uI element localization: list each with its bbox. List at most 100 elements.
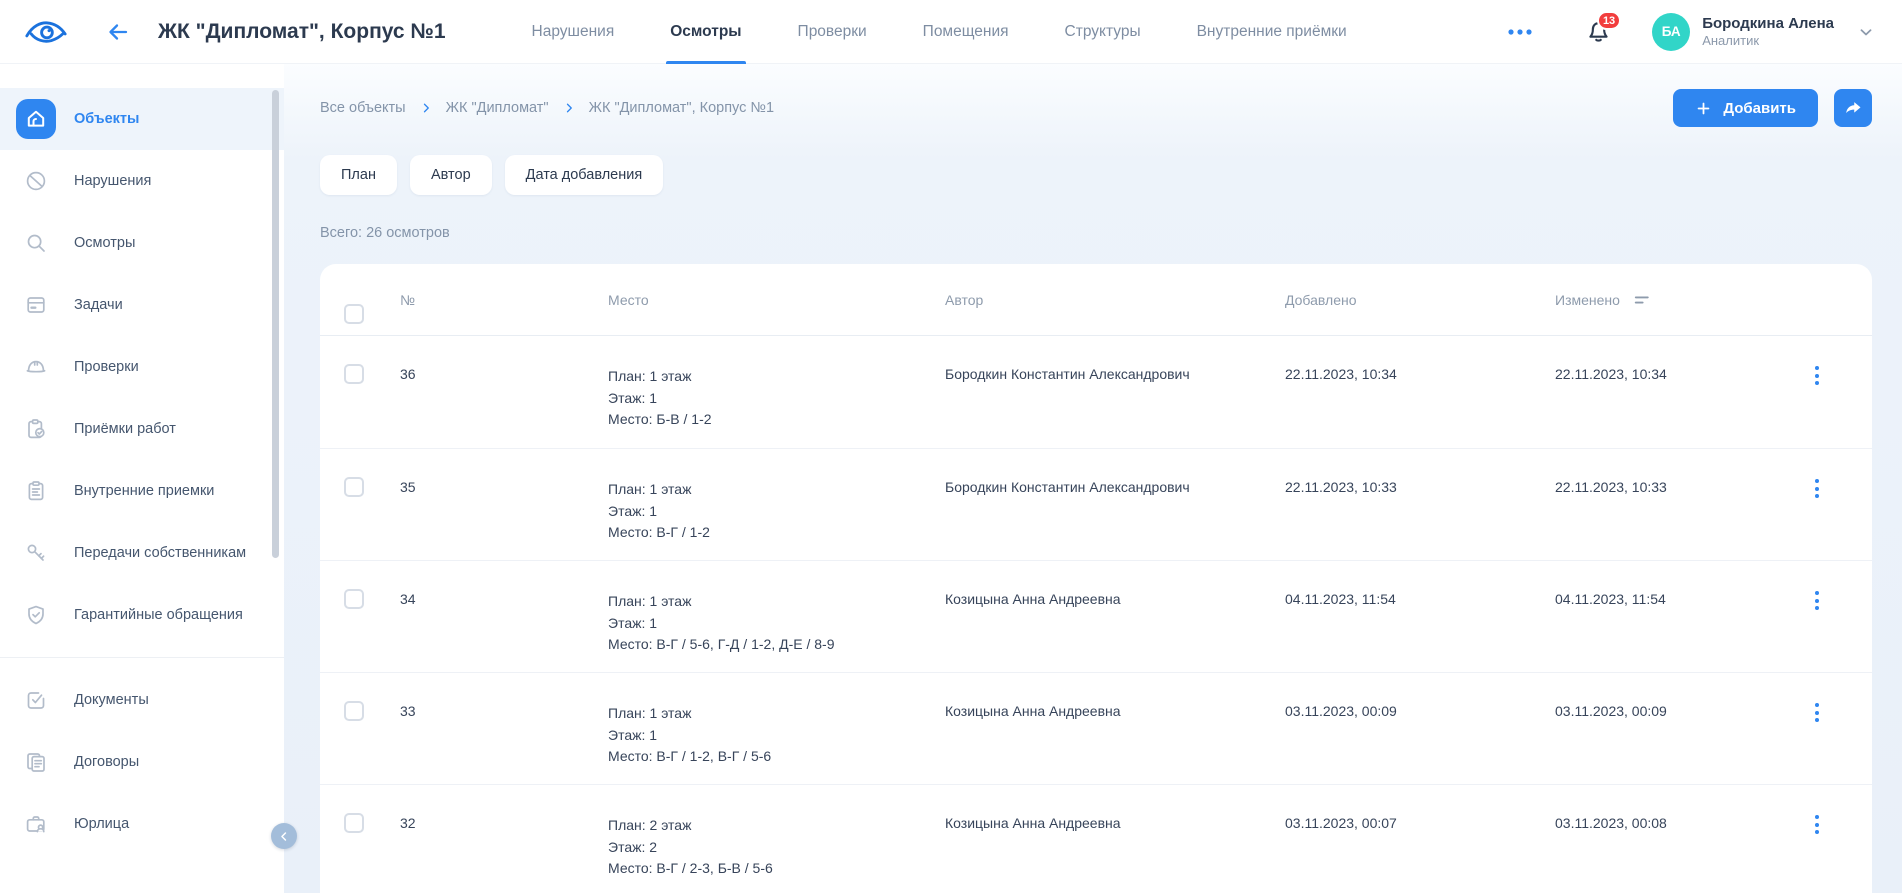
row-checkbox-cell bbox=[344, 561, 400, 609]
row-author: Козицына Анна Андреевна bbox=[945, 785, 1285, 831]
more-tabs-button[interactable] bbox=[1501, 22, 1539, 42]
row-place: План: 2 этажЭтаж: 2Место: В-Г / 2-3, Б-В… bbox=[608, 785, 945, 880]
row-checkbox-cell bbox=[344, 785, 400, 833]
row-menu-button[interactable] bbox=[1807, 699, 1827, 726]
row-place: План: 1 этажЭтаж: 1Место: В-Г / 1-2, В-Г… bbox=[608, 673, 945, 768]
sidebar-item-10[interactable]: Документы bbox=[0, 669, 284, 731]
table-row-34[interactable]: 34 План: 1 этажЭтаж: 1Место: В-Г / 5-6, … bbox=[320, 560, 1872, 672]
row-number: 35 bbox=[400, 449, 608, 495]
sidebar-item-3[interactable]: Осмотры bbox=[0, 212, 284, 274]
row-author: Бородкин Константин Александрович bbox=[945, 449, 1285, 495]
breadcrumb-row: Все объекты ЖК "Дипломат" ЖК "Дипломат", К… bbox=[320, 88, 1872, 128]
row-number: 32 bbox=[400, 785, 608, 831]
share-button[interactable] bbox=[1834, 89, 1872, 127]
tab-1[interactable]: Нарушения bbox=[504, 0, 643, 64]
sidebar-item-1[interactable]: Объекты bbox=[0, 88, 284, 150]
row-checkbox[interactable] bbox=[344, 364, 364, 384]
place-line: Место: Б-В / 1-2 bbox=[608, 409, 945, 431]
sidebar-item-8[interactable]: Передачи собственникам bbox=[0, 522, 284, 584]
shield-check-icon bbox=[16, 595, 56, 635]
chevron-right-icon bbox=[563, 102, 575, 114]
back-button[interactable] bbox=[102, 16, 134, 48]
row-modified: 03.11.2023, 00:08 bbox=[1555, 785, 1786, 831]
row-checkbox[interactable] bbox=[344, 701, 364, 721]
sidebar-divider bbox=[0, 657, 284, 658]
tab-3[interactable]: Проверки bbox=[770, 0, 895, 64]
notifications-button[interactable]: 13 bbox=[1585, 18, 1612, 45]
sidebar-item-9[interactable]: Гарантийные обращения bbox=[0, 584, 284, 646]
table-row-35[interactable]: 35 План: 1 этажЭтаж: 1Место: В-Г / 1-2 Б… bbox=[320, 448, 1872, 560]
user-menu[interactable]: БА Бородкина Алена Аналитик bbox=[1652, 13, 1876, 51]
filter-button-1[interactable]: План bbox=[320, 155, 397, 195]
place-line: Этаж: 2 bbox=[608, 837, 945, 859]
sidebar-item-label: Проверки bbox=[74, 359, 139, 375]
user-name: Бородкина Алена bbox=[1702, 15, 1834, 33]
sidebar-item-label: Передачи собственникам bbox=[74, 545, 246, 561]
row-checkbox[interactable] bbox=[344, 477, 364, 497]
row-author: Козицына Анна Андреевна bbox=[945, 673, 1285, 719]
add-button-label: Добавить bbox=[1723, 100, 1796, 117]
table-row-33[interactable]: 33 План: 1 этажЭтаж: 1Место: В-Г / 1-2, … bbox=[320, 672, 1872, 784]
sidebar-item-label: Юрлица bbox=[74, 816, 129, 832]
sidebar-item-label: Объекты bbox=[74, 111, 139, 127]
page-title: ЖК "Дипломат", Корпус №1 bbox=[158, 20, 446, 44]
sidebar-item-12[interactable]: Юрлица bbox=[0, 793, 284, 855]
row-place: План: 1 этажЭтаж: 1Место: В-Г / 1-2 bbox=[608, 449, 945, 544]
row-menu-cell bbox=[1786, 673, 1848, 726]
place-line: Место: В-Г / 5-6, Г-Д / 1-2, Д-Е / 8-9 bbox=[608, 634, 945, 656]
sidebar-item-11[interactable]: Договоры bbox=[0, 731, 284, 793]
sidebar-item-6[interactable]: Приёмки работ bbox=[0, 398, 284, 460]
breadcrumb-item-3: ЖК "Дипломат", Корпус №1 bbox=[589, 100, 774, 116]
column-modified-label: Изменено bbox=[1555, 292, 1620, 308]
sidebar-nav: Объекты Нарушения Осмотры Задачи Проверк… bbox=[0, 88, 284, 855]
row-number: 36 bbox=[400, 336, 608, 382]
column-added: Добавлено bbox=[1285, 292, 1555, 308]
app-logo-eye-icon[interactable] bbox=[24, 16, 68, 48]
tab-5[interactable]: Структуры bbox=[1037, 0, 1169, 64]
table-header: № Место Автор Добавлено Изменено bbox=[320, 264, 1872, 336]
row-menu-button[interactable] bbox=[1807, 475, 1827, 502]
place-line: Этаж: 1 bbox=[608, 613, 945, 635]
sort-icon[interactable] bbox=[1634, 293, 1653, 307]
row-checkbox-cell bbox=[344, 449, 400, 497]
row-added: 22.11.2023, 10:33 bbox=[1285, 449, 1555, 495]
row-menu-cell bbox=[1786, 336, 1848, 389]
inspections-table: № Место Автор Добавлено Изменено 36 План… bbox=[320, 264, 1872, 893]
sidebar-scrollbar[interactable] bbox=[272, 90, 279, 558]
filter-button-3[interactable]: Дата добавления bbox=[505, 155, 664, 195]
main-content: Все объекты ЖК "Дипломат" ЖК "Дипломат", К… bbox=[284, 64, 1902, 893]
notifications-badge: 13 bbox=[1597, 11, 1621, 30]
row-checkbox[interactable] bbox=[344, 589, 364, 609]
sidebar: Объекты Нарушения Осмотры Задачи Проверк… bbox=[0, 64, 284, 893]
sidebar-item-label: Гарантийные обращения bbox=[74, 607, 243, 623]
tab-2[interactable]: Осмотры bbox=[642, 0, 769, 64]
tab-6[interactable]: Внутренние приёмки bbox=[1169, 0, 1375, 64]
sidebar-item-2[interactable]: Нарушения bbox=[0, 150, 284, 212]
clipboard-check-icon bbox=[16, 409, 56, 449]
breadcrumb-item-1[interactable]: Все объекты bbox=[320, 100, 406, 116]
table-row-32[interactable]: 32 План: 2 этажЭтаж: 2Место: В-Г / 2-3, … bbox=[320, 784, 1872, 893]
sidebar-item-4[interactable]: Задачи bbox=[0, 274, 284, 336]
row-checkbox[interactable] bbox=[344, 813, 364, 833]
chevron-right-icon bbox=[420, 102, 432, 114]
sidebar-collapse-button[interactable] bbox=[271, 823, 297, 849]
row-added: 03.11.2023, 00:09 bbox=[1285, 673, 1555, 719]
select-all-checkbox[interactable] bbox=[344, 304, 364, 324]
sidebar-item-5[interactable]: Проверки bbox=[0, 336, 284, 398]
tab-4[interactable]: Помещения bbox=[895, 0, 1037, 64]
add-button[interactable]: Добавить bbox=[1673, 89, 1818, 127]
sidebar-item-7[interactable]: Внутренние приемки bbox=[0, 460, 284, 522]
table-body: 36 План: 1 этажЭтаж: 1Место: Б-В / 1-2 Б… bbox=[320, 336, 1872, 893]
row-menu-button[interactable] bbox=[1807, 362, 1827, 389]
row-menu-button[interactable] bbox=[1807, 811, 1827, 838]
row-modified: 04.11.2023, 11:54 bbox=[1555, 561, 1786, 607]
breadcrumb-item-2[interactable]: ЖК "Дипломат" bbox=[446, 100, 549, 116]
table-row-36[interactable]: 36 План: 1 этажЭтаж: 1Место: Б-В / 1-2 Б… bbox=[320, 336, 1872, 448]
filter-button-2[interactable]: Автор bbox=[410, 155, 492, 195]
row-menu-button[interactable] bbox=[1807, 587, 1827, 614]
sidebar-item-label: Внутренние приемки bbox=[74, 483, 214, 499]
place-line: Место: В-Г / 1-2 bbox=[608, 522, 945, 544]
row-number: 33 bbox=[400, 673, 608, 719]
ban-icon bbox=[16, 161, 56, 201]
sidebar-item-label: Договоры bbox=[74, 754, 139, 770]
